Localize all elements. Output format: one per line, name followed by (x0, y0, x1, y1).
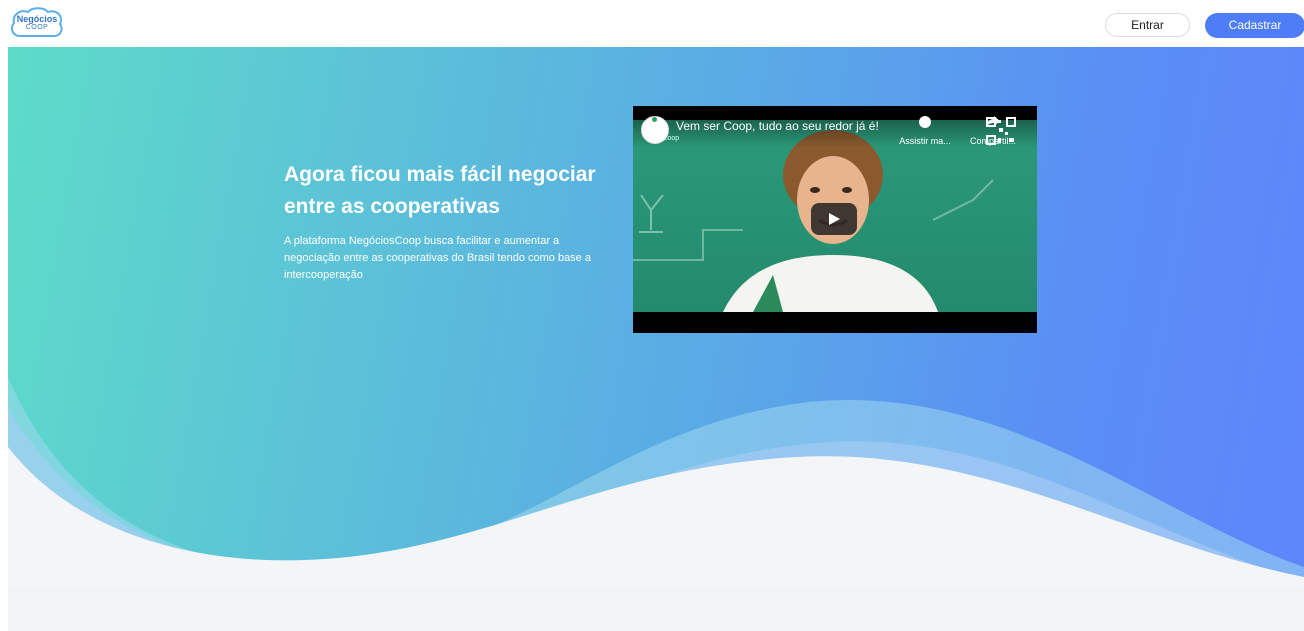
watch-later-button[interactable]: Assistir ma... (897, 115, 953, 146)
video-title[interactable]: Vem ser Coop, tudo ao seu redor já é! (676, 119, 879, 133)
top-navbar: Negócios COOP Entrar Cadastrar (0, 0, 1304, 47)
logo-text: Negócios (16, 14, 58, 24)
clock-icon (919, 116, 931, 128)
channel-avatar-badge (652, 117, 657, 122)
content-section-top (8, 588, 1304, 631)
negocios-coop-logo[interactable]: Negócios COOP (10, 6, 64, 42)
play-icon[interactable] (811, 203, 857, 235)
qr-code-icon (986, 117, 1016, 145)
hero-description: A plataforma NegóciosCoop busca facilita… (284, 235, 591, 281)
hero-section: Agora ficou mais fácil negociar entre as… (8, 47, 1304, 631)
signup-button[interactable]: Cadastrar (1205, 13, 1304, 38)
logo-subtext: COOP (25, 24, 49, 31)
video-player[interactable]: Vem ser Coop, tudo ao seu redor já é! co… (633, 106, 1037, 333)
video-topbar: Vem ser Coop, tudo ao seu redor já é! co… (633, 106, 1037, 148)
video-channel-name: coop (664, 135, 680, 142)
hero-title: Agora ficou mais fácil negociar entre as… (284, 163, 596, 218)
watch-later-label: Assistir ma... (899, 136, 951, 146)
login-button[interactable]: Entrar (1105, 13, 1190, 37)
